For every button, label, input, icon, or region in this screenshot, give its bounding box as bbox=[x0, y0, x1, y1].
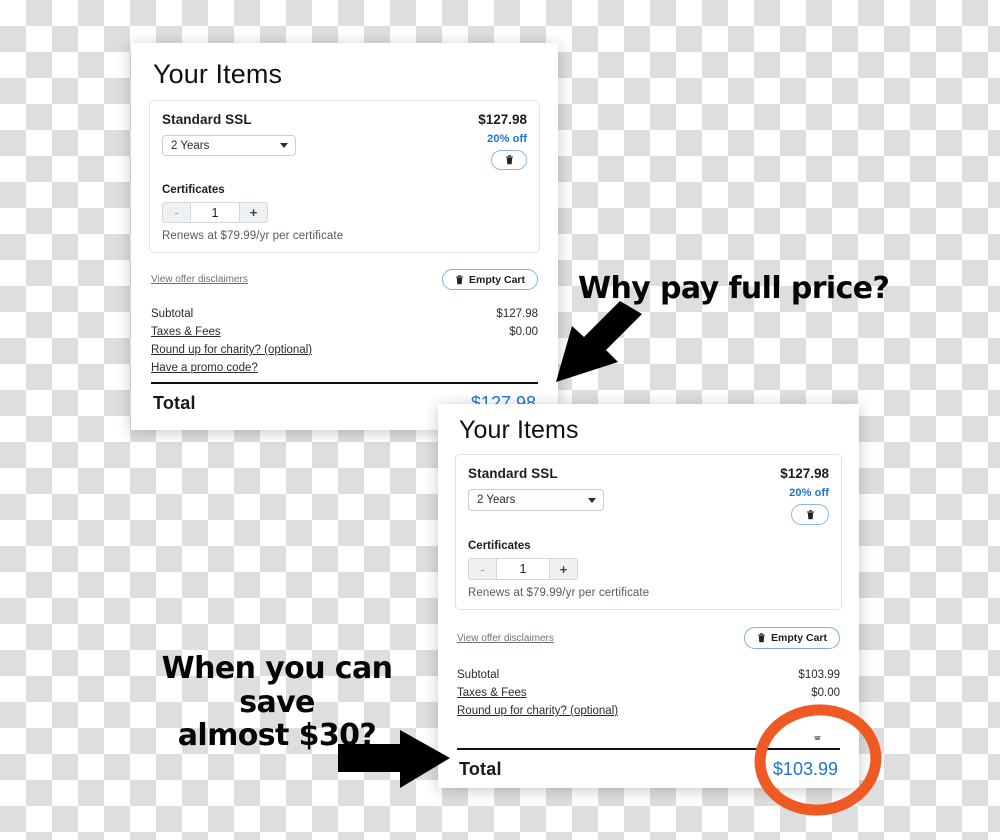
quantity-label: Certificates bbox=[468, 540, 531, 552]
disclaimer-row-before: View offer disclaimers Empty Cart bbox=[149, 269, 540, 290]
view-offer-disclaimers-link[interactable]: View offer disclaimers bbox=[457, 633, 554, 644]
canvas: Your Items Standard SSL 2 Years $127.98 … bbox=[0, 0, 1000, 840]
remove-item-button[interactable] bbox=[791, 504, 829, 525]
totals-after: Subtotal $103.99 Taxes & Fees $0.00 Roun… bbox=[455, 669, 842, 788]
line-item-header-before: Standard SSL 2 Years $127.98 20% off bbox=[162, 112, 527, 170]
chevron-down-icon bbox=[588, 497, 596, 503]
totals-label: Subtotal bbox=[151, 308, 194, 320]
cart-card-after: Your Items Standard SSL 2 Years $127.98 … bbox=[438, 404, 859, 788]
cart-card-before: Your Items Standard SSL 2 Years $127.98 … bbox=[131, 43, 558, 430]
product-price: $127.98 bbox=[780, 466, 829, 481]
quantity-stepper: - 1 + bbox=[468, 558, 578, 580]
quantity-value[interactable]: 1 bbox=[497, 558, 549, 580]
page-title-after: Your Items bbox=[459, 416, 579, 444]
arrow-right-icon bbox=[338, 730, 450, 788]
discount-badge: 20% off bbox=[789, 487, 829, 499]
empty-cart-label: Empty Cart bbox=[770, 632, 827, 644]
trash-icon bbox=[806, 509, 814, 519]
term-select[interactable]: 2 Years bbox=[162, 135, 296, 156]
term-select-value: 2 Years bbox=[171, 139, 210, 152]
line-item-right-after: $127.98 20% off bbox=[780, 466, 829, 525]
disclaimer-row-after: View offer disclaimers Empty Cart bbox=[455, 627, 842, 649]
empty-cart-button[interactable]: Empty Cart bbox=[743, 627, 840, 649]
totals-value: $127.98 bbox=[496, 308, 538, 320]
quantity-increment-button[interactable]: + bbox=[239, 202, 268, 223]
grand-total-label: Total bbox=[153, 393, 196, 413]
grand-total-value: $103.99 bbox=[772, 759, 838, 779]
totals-row: Subtotal $103.99 bbox=[457, 669, 840, 681]
quantity-decrement-button[interactable]: - bbox=[468, 558, 497, 580]
partial-trash-icon bbox=[813, 731, 822, 740]
trash-icon bbox=[505, 155, 513, 165]
trash-icon bbox=[814, 736, 821, 740]
totals-row: Have a promo code? bbox=[151, 362, 538, 374]
view-offer-disclaimers-link[interactable]: View offer disclaimers bbox=[151, 274, 248, 285]
product-name: Standard SSL bbox=[468, 466, 558, 481]
remove-item-button[interactable] bbox=[491, 150, 527, 170]
grand-total-label: Total bbox=[459, 759, 502, 779]
empty-cart-label: Empty Cart bbox=[468, 273, 525, 286]
line-item-right-before: $127.98 20% off bbox=[478, 112, 527, 170]
chevron-down-icon bbox=[280, 143, 288, 148]
round-up-charity-link[interactable]: Round up for charity? (optional) bbox=[151, 344, 312, 356]
totals-spacer bbox=[457, 723, 840, 740]
totals-value: $103.99 bbox=[798, 669, 840, 681]
discount-badge: 20% off bbox=[487, 133, 527, 145]
quantity-value[interactable]: 1 bbox=[191, 202, 239, 223]
term-select[interactable]: 2 Years bbox=[468, 489, 604, 511]
totals-row: Taxes & Fees $0.00 bbox=[151, 326, 538, 338]
quantity-decrement-button[interactable]: - bbox=[162, 202, 191, 223]
grand-total-row-after: Total $103.99 bbox=[457, 750, 840, 788]
totals-value: $0.00 bbox=[811, 687, 840, 699]
taxes-fees-link[interactable]: Taxes & Fees bbox=[151, 326, 221, 338]
callout-line-1: When you can save bbox=[161, 651, 393, 720]
quantity-increment-button[interactable]: + bbox=[549, 558, 578, 580]
line-item-panel-after: Standard SSL 2 Years $127.98 20% off Cer… bbox=[455, 454, 842, 610]
product-name: Standard SSL bbox=[162, 112, 252, 127]
totals-label: Subtotal bbox=[457, 669, 500, 681]
page-title-before: Your Items bbox=[153, 59, 283, 89]
promo-code-link[interactable]: Have a promo code? bbox=[151, 362, 258, 374]
totals-row: Taxes & Fees $0.00 bbox=[457, 687, 840, 699]
round-up-charity-link[interactable]: Round up for charity? (optional) bbox=[457, 705, 618, 717]
totals-row: Subtotal $127.98 bbox=[151, 308, 538, 320]
renewal-note: Renews at $79.99/yr per certificate bbox=[468, 587, 650, 599]
empty-cart-button[interactable]: Empty Cart bbox=[441, 269, 538, 290]
arrow-down-left-icon bbox=[556, 301, 642, 382]
line-item-left-before: Standard SSL 2 Years bbox=[162, 112, 296, 156]
line-item-panel-before: Standard SSL 2 Years $127.98 20% off Cer… bbox=[149, 100, 540, 253]
totals-row: Round up for charity? (optional) bbox=[457, 705, 840, 717]
term-select-value: 2 Years bbox=[477, 494, 516, 506]
trash-icon bbox=[456, 274, 463, 284]
taxes-fees-link[interactable]: Taxes & Fees bbox=[457, 687, 527, 699]
product-price: $127.98 bbox=[478, 112, 527, 127]
line-item-header-after: Standard SSL 2 Years $127.98 20% off bbox=[468, 466, 829, 525]
line-item-left-after: Standard SSL 2 Years bbox=[468, 466, 604, 511]
quantity-stepper: - 1 + bbox=[162, 202, 268, 223]
totals-row: Round up for charity? (optional) bbox=[151, 344, 538, 356]
trash-icon bbox=[758, 633, 765, 643]
quantity-label: Certificates bbox=[162, 184, 225, 196]
totals-value: $0.00 bbox=[509, 326, 538, 338]
renewal-note: Renews at $79.99/yr per certificate bbox=[162, 230, 344, 242]
